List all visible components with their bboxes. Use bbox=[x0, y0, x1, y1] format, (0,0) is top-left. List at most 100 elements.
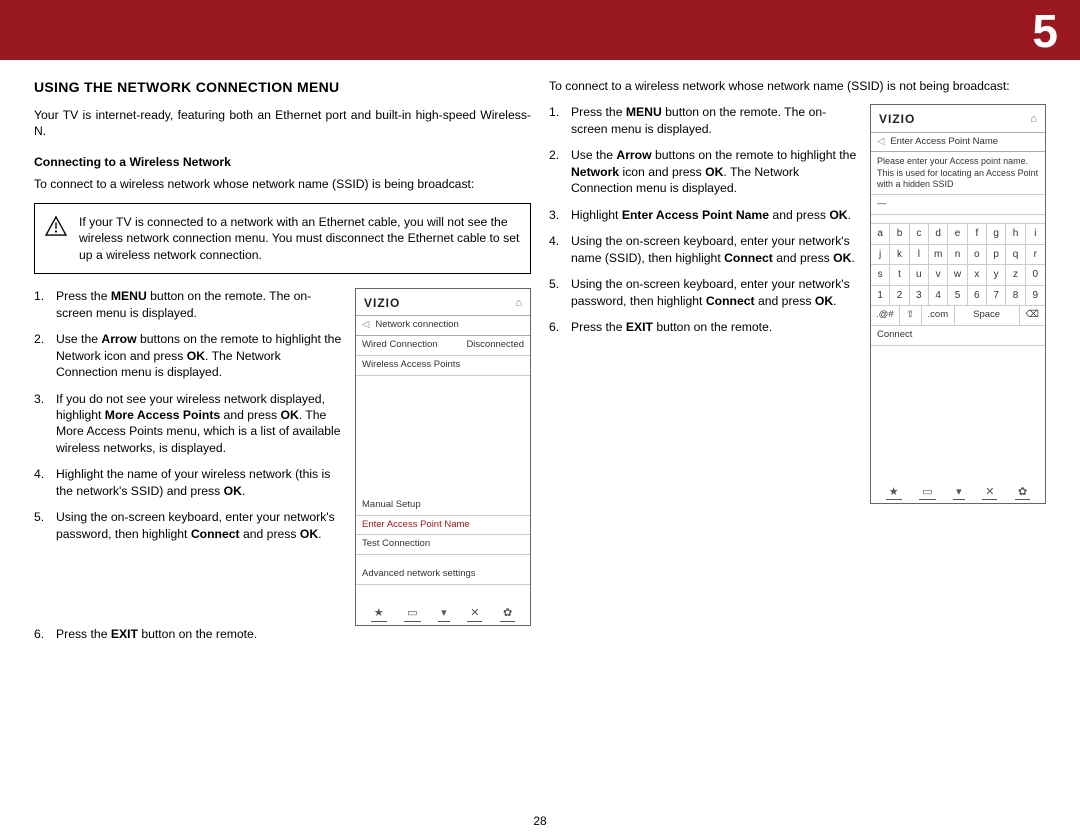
key-7: 7 bbox=[987, 286, 1006, 307]
panel-toolbar: ★ ▭ ▾ ✕ ✿ bbox=[871, 485, 1045, 501]
key-x: x bbox=[968, 265, 987, 286]
key-i: i bbox=[1026, 224, 1045, 245]
steps-broadcast: Press the MENU button on the remote. The… bbox=[34, 288, 345, 542]
step: Press the EXIT button on the remote. bbox=[34, 626, 531, 642]
key-f: f bbox=[968, 224, 987, 245]
key-y: y bbox=[987, 265, 1006, 286]
step: Use the Arrow buttons on the remote to h… bbox=[34, 331, 345, 380]
key-t: t bbox=[890, 265, 909, 286]
key-r: r bbox=[1026, 245, 1045, 266]
column-right: To connect to a wireless network whose n… bbox=[549, 78, 1046, 816]
intro-text: Your TV is internet-ready, featuring bot… bbox=[34, 107, 531, 140]
input-line: — bbox=[871, 195, 1045, 215]
home-icon: ⌂ bbox=[515, 296, 522, 311]
key-z: z bbox=[1006, 265, 1025, 286]
key-9: 9 bbox=[1026, 286, 1045, 307]
key-backspace: ⌫ bbox=[1020, 306, 1046, 325]
key-4: 4 bbox=[929, 286, 948, 307]
steps-hidden: Press the MENU button on the remote. The… bbox=[549, 104, 860, 335]
lead-broadcast: To connect to a wireless network whose n… bbox=[34, 176, 531, 192]
key-e: e bbox=[948, 224, 967, 245]
key-o: o bbox=[968, 245, 987, 266]
vizio-logo: VIZIO bbox=[364, 295, 400, 311]
page-number: 28 bbox=[0, 814, 1080, 828]
step: Highlight Enter Access Point Name and pr… bbox=[549, 207, 860, 223]
key-c: c bbox=[910, 224, 929, 245]
key-2: 2 bbox=[890, 286, 909, 307]
key-8: 8 bbox=[1006, 286, 1025, 307]
key-w: w bbox=[948, 265, 967, 286]
home-icon: ⌂ bbox=[1030, 112, 1037, 127]
key-5: 5 bbox=[948, 286, 967, 307]
vizio-logo: VIZIO bbox=[879, 111, 915, 127]
step: Press the MENU button on the remote. The… bbox=[34, 288, 345, 321]
key-space: Space bbox=[955, 306, 1020, 325]
key-m: m bbox=[929, 245, 948, 266]
keyboard-row-special: .@# ⇧ .com Space ⌫ bbox=[871, 306, 1045, 326]
chapter-bar: 5 bbox=[0, 0, 1080, 60]
warning-box: If your TV is connected to a network wit… bbox=[34, 203, 531, 274]
back-icon: ◁ bbox=[877, 136, 884, 149]
key-0: 0 bbox=[1026, 265, 1045, 286]
key-n: n bbox=[948, 245, 967, 266]
key-shift: ⇧ bbox=[900, 306, 922, 325]
key-a: a bbox=[871, 224, 890, 245]
v-icon: ▾ bbox=[438, 606, 450, 622]
chapter-number: 5 bbox=[1032, 4, 1058, 58]
panel-row-wireless: Wireless Access Points bbox=[356, 356, 530, 376]
key-symbols: .@# bbox=[871, 306, 900, 325]
key-6: 6 bbox=[968, 286, 987, 307]
key-h: h bbox=[1006, 224, 1025, 245]
gear-icon: ✿ bbox=[500, 606, 515, 622]
onscreen-keyboard: abcdefghi jklmnopqr stuvwxyz0 123456789 bbox=[871, 223, 1045, 306]
v-icon: ▾ bbox=[953, 485, 965, 501]
panel-toolbar: ★ ▭ ▾ ✕ ✿ bbox=[356, 606, 530, 622]
star-icon: ★ bbox=[886, 485, 902, 501]
rect-icon: ▭ bbox=[404, 606, 420, 622]
step: Use the Arrow buttons on the remote to h… bbox=[549, 147, 860, 196]
rect-icon: ▭ bbox=[919, 485, 935, 501]
x-icon: ✕ bbox=[467, 606, 482, 622]
key-1: 1 bbox=[871, 286, 890, 307]
back-icon: ◁ bbox=[362, 319, 369, 332]
key-com: .com bbox=[922, 306, 955, 325]
panel-note: Please enter your Access point name. Thi… bbox=[871, 152, 1045, 195]
star-icon: ★ bbox=[371, 606, 387, 622]
key-q: q bbox=[1006, 245, 1025, 266]
key-l: l bbox=[910, 245, 929, 266]
key-b: b bbox=[890, 224, 909, 245]
step: Using the on-screen keyboard, enter your… bbox=[34, 509, 345, 542]
step: Using the on-screen keyboard, enter your… bbox=[549, 276, 860, 309]
step: Press the EXIT button on the remote. bbox=[549, 319, 860, 335]
panel-row-test: Test Connection bbox=[356, 535, 530, 555]
panel-row-enter-ap: Enter Access Point Name bbox=[356, 516, 530, 536]
lead-hidden: To connect to a wireless network whose n… bbox=[549, 78, 1046, 94]
gear-icon: ✿ bbox=[1015, 485, 1030, 501]
subheading-wireless: Connecting to a Wireless Network bbox=[34, 154, 531, 170]
warning-text: If your TV is connected to a network wit… bbox=[79, 215, 519, 262]
step: Using the on-screen keyboard, enter your… bbox=[549, 233, 860, 266]
key-u: u bbox=[910, 265, 929, 286]
key-g: g bbox=[987, 224, 1006, 245]
column-left: USING THE NETWORK CONNECTION MENU Your T… bbox=[34, 78, 531, 816]
key-v: v bbox=[929, 265, 948, 286]
panel-row-advanced: Advanced network settings bbox=[356, 565, 530, 585]
tv-panel-network: VIZIO ⌂ ◁ Network connection Wired Conne… bbox=[355, 288, 531, 626]
panel-row-connect: Connect bbox=[871, 326, 1045, 346]
key-s: s bbox=[871, 265, 890, 286]
step: Press the MENU button on the remote. The… bbox=[549, 104, 860, 137]
key-j: j bbox=[871, 245, 890, 266]
key-p: p bbox=[987, 245, 1006, 266]
panel-title: ◁ Network connection bbox=[356, 315, 530, 336]
step: Highlight the name of your wireless netw… bbox=[34, 466, 345, 499]
section-heading: USING THE NETWORK CONNECTION MENU bbox=[34, 78, 531, 97]
key-d: d bbox=[929, 224, 948, 245]
x-icon: ✕ bbox=[982, 485, 997, 501]
page-body: USING THE NETWORK CONNECTION MENU Your T… bbox=[34, 78, 1046, 816]
key-k: k bbox=[890, 245, 909, 266]
panel-row-wired: Wired ConnectionDisconnected bbox=[356, 336, 530, 356]
warning-icon bbox=[45, 216, 67, 236]
step: If you do not see your wireless network … bbox=[34, 391, 345, 457]
key-3: 3 bbox=[910, 286, 929, 307]
steps-broadcast-cont: Press the EXIT button on the remote. bbox=[34, 626, 531, 642]
